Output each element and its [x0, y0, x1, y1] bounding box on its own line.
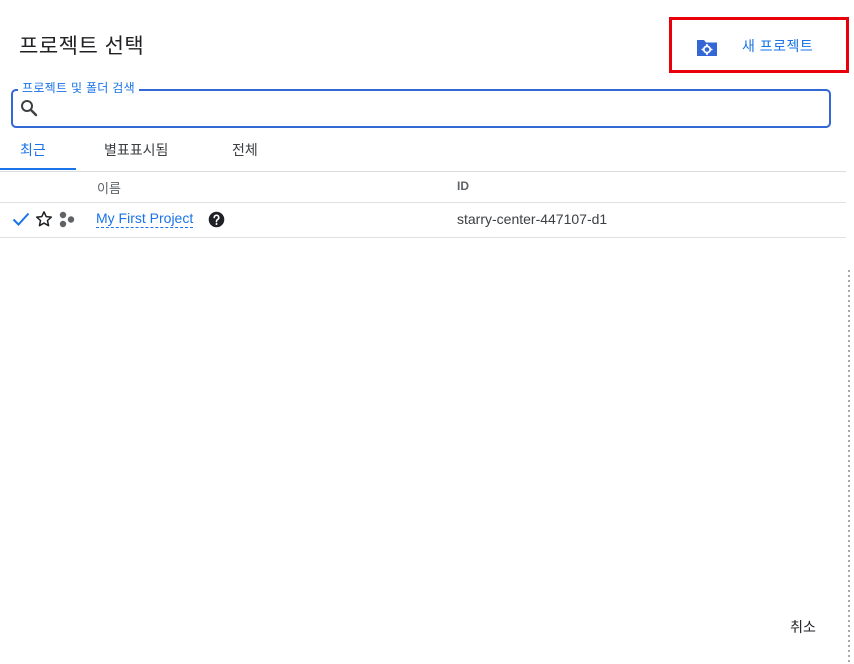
tab-all[interactable]: 전체	[232, 140, 258, 160]
new-project-button[interactable]: 새 프로젝트	[669, 17, 849, 73]
table-header: 이름 ID	[0, 171, 846, 203]
help-icon[interactable]	[208, 211, 225, 233]
search-icon	[20, 99, 38, 122]
scrollbar-edge	[848, 270, 850, 664]
active-tab-indicator	[0, 168, 76, 170]
select-project-dialog: 프로젝트 선택 새 프로젝트 프로젝트 및 폴더 검색 최근 별표표시됨 전체 …	[0, 0, 849, 664]
project-name-link[interactable]: My First Project	[96, 210, 194, 228]
project-id: starry-center-447107-d1	[457, 211, 608, 227]
new-project-label: 새 프로젝트	[742, 38, 814, 54]
column-header-name[interactable]: 이름	[97, 178, 121, 197]
tab-starred[interactable]: 별표표시됨	[104, 140, 168, 160]
search-legend: 프로젝트 및 폴더 검색	[18, 80, 139, 96]
table-row[interactable]: My First Project starry-center-447107-d1	[0, 203, 846, 238]
tab-recent[interactable]: 최근	[20, 140, 46, 160]
column-header-id[interactable]: ID	[457, 179, 469, 193]
organization-icon	[58, 211, 76, 234]
cancel-button[interactable]: 취소	[775, 612, 831, 642]
folder-settings-icon	[695, 38, 719, 63]
tab-bar: 최근 별표표시됨 전체	[0, 130, 846, 172]
dialog-title: 프로젝트 선택	[19, 35, 145, 58]
check-icon	[12, 211, 30, 232]
star-outline-icon[interactable]	[35, 210, 53, 233]
search-input[interactable]	[44, 96, 818, 122]
